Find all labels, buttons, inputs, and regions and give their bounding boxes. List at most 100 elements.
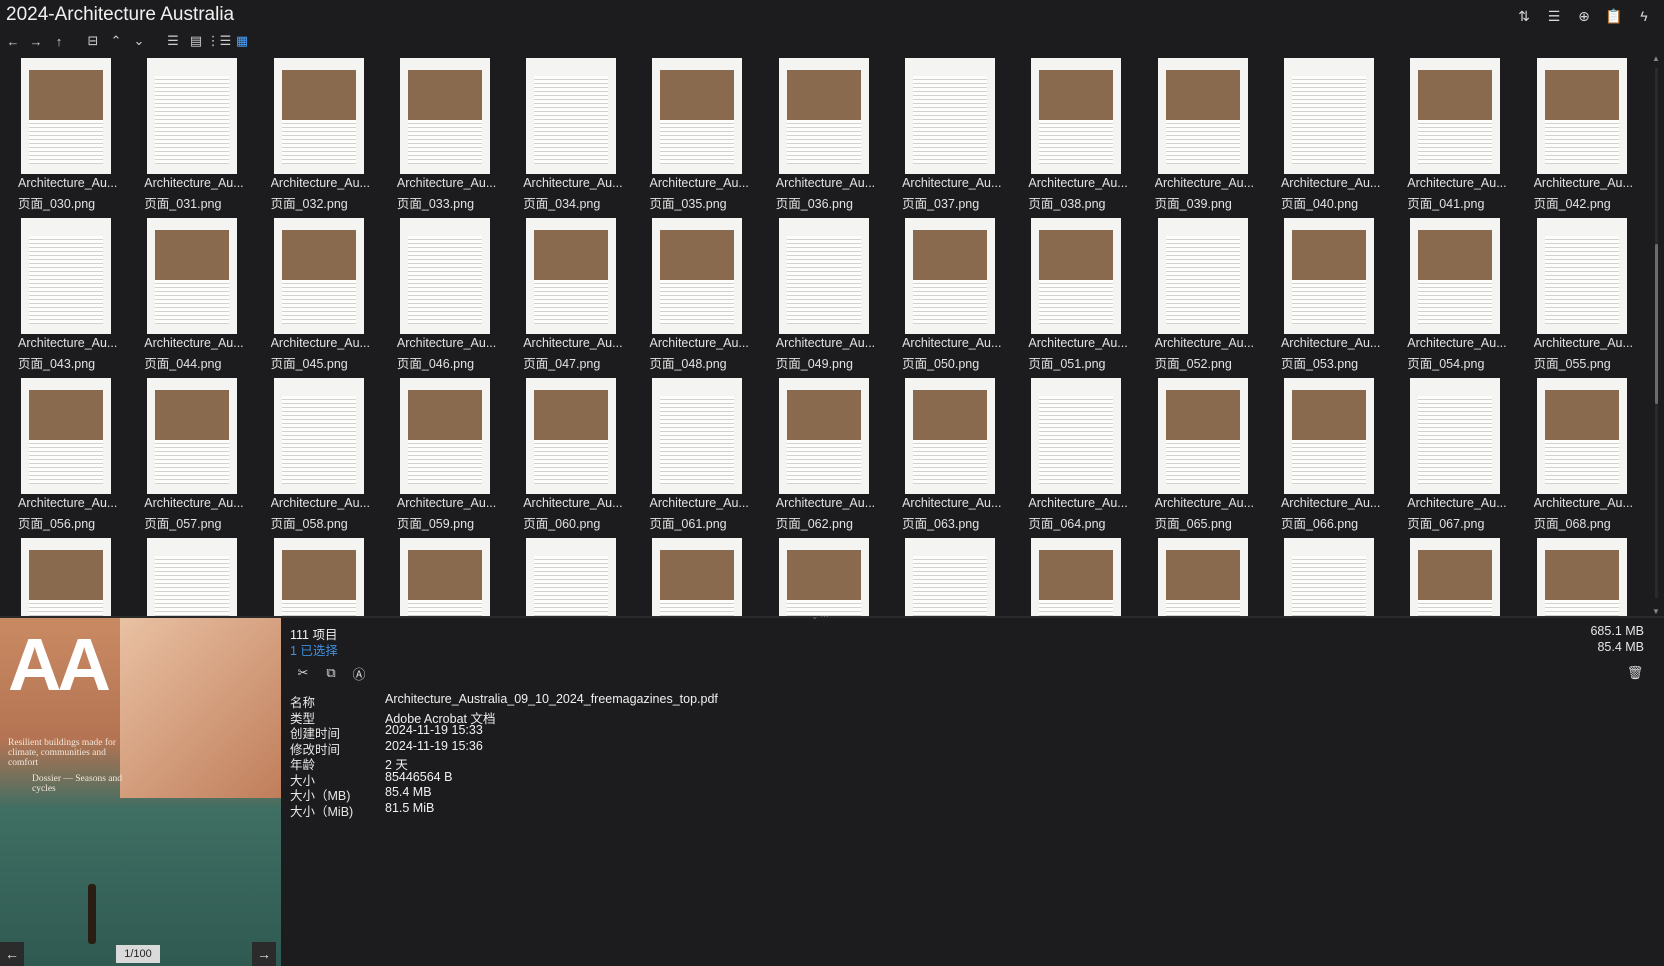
file-tile[interactable]: Architecture_Au... 页面_054.png: [1389, 214, 1515, 374]
page-thumbnail[interactable]: [1031, 538, 1122, 616]
file-tile[interactable]: [631, 534, 757, 616]
file-tile[interactable]: Architecture_Au... 页面_043.png: [0, 214, 126, 374]
page-thumbnail[interactable]: [1536, 538, 1627, 616]
file-tile[interactable]: Architecture_Au... 页面_037.png: [884, 54, 1010, 214]
page-thumbnail[interactable]: [778, 378, 869, 494]
sort-icon[interactable]: ⇅: [1514, 6, 1534, 26]
file-tile[interactable]: Architecture_Au... 页面_050.png: [884, 214, 1010, 374]
forward-icon[interactable]: →: [27, 32, 45, 50]
file-tile[interactable]: Architecture_Au... 页面_053.png: [1263, 214, 1389, 374]
file-tile[interactable]: Architecture_Au... 页面_049.png: [758, 214, 884, 374]
page-thumbnail[interactable]: [905, 218, 996, 334]
page-thumbnail[interactable]: [1031, 58, 1122, 174]
page-thumbnail[interactable]: [399, 378, 490, 494]
file-tile[interactable]: Architecture_Au... 页面_033.png: [379, 54, 505, 214]
file-tile[interactable]: [1516, 534, 1642, 616]
prev-page-button[interactable]: ←: [0, 942, 24, 966]
page-thumbnail[interactable]: [1536, 218, 1627, 334]
delete-icon[interactable]: 🗑: [1626, 664, 1644, 682]
page-thumbnail[interactable]: [1410, 538, 1501, 616]
page-thumbnail[interactable]: [1157, 378, 1248, 494]
page-thumbnail[interactable]: [1283, 58, 1374, 174]
file-tile[interactable]: [884, 534, 1010, 616]
page-thumbnail[interactable]: [778, 58, 869, 174]
page-thumbnail[interactable]: [21, 218, 111, 334]
up-icon[interactable]: ↑: [50, 32, 68, 50]
file-tile[interactable]: Architecture_Au... 页面_032.png: [253, 54, 379, 214]
file-tile[interactable]: Architecture_Au... 页面_034.png: [505, 54, 631, 214]
page-thumbnail[interactable]: [1536, 58, 1627, 174]
file-tile[interactable]: Architecture_Au... 页面_045.png: [253, 214, 379, 374]
page-thumbnail[interactable]: [652, 58, 743, 174]
page-thumbnail[interactable]: [21, 538, 111, 616]
list-view-icon[interactable]: ☰: [1544, 6, 1564, 26]
page-thumbnail[interactable]: [273, 58, 364, 174]
collapse-icon[interactable]: ⌃: [107, 32, 125, 50]
file-tile[interactable]: Architecture_Au... 页面_055.png: [1516, 214, 1642, 374]
copy-icon[interactable]: ⧉: [322, 664, 340, 682]
cut-icon[interactable]: ✂: [294, 664, 312, 682]
page-thumbnail[interactable]: [21, 58, 111, 174]
scroll-down-icon[interactable]: ▼: [1652, 607, 1660, 616]
page-thumbnail[interactable]: [526, 218, 617, 334]
file-tile[interactable]: Architecture_Au... 页面_035.png: [631, 54, 757, 214]
page-thumbnail[interactable]: [1031, 378, 1122, 494]
page-thumbnail[interactable]: [905, 58, 996, 174]
file-tile[interactable]: Architecture_Au... 页面_058.png: [253, 374, 379, 534]
page-thumbnail[interactable]: [652, 218, 743, 334]
page-thumbnail[interactable]: [147, 218, 238, 334]
file-tile[interactable]: [1010, 534, 1136, 616]
resize-grip-icon[interactable]: ⌄ ⋯: [800, 612, 840, 621]
page-thumbnail[interactable]: [1283, 218, 1374, 334]
page-thumbnail[interactable]: [652, 378, 743, 494]
file-tile[interactable]: [379, 534, 505, 616]
scroll-thumb[interactable]: [1655, 244, 1658, 404]
vertical-scrollbar[interactable]: ▲ ▼: [1652, 54, 1662, 616]
page-thumbnail[interactable]: [147, 378, 238, 494]
scroll-up-icon[interactable]: ▲: [1652, 54, 1660, 63]
file-tile[interactable]: [1137, 534, 1263, 616]
next-page-button[interactable]: →: [252, 942, 276, 966]
file-tile[interactable]: Architecture_Au... 页面_061.png: [631, 374, 757, 534]
file-tile[interactable]: [253, 534, 379, 616]
file-tile[interactable]: Architecture_Au... 页面_066.png: [1263, 374, 1389, 534]
page-thumbnail[interactable]: [1283, 538, 1374, 616]
file-tile[interactable]: [126, 534, 252, 616]
page-thumbnail[interactable]: [147, 58, 238, 174]
page-thumbnail[interactable]: [1157, 58, 1248, 174]
file-tile[interactable]: Architecture_Au... 页面_048.png: [631, 214, 757, 374]
file-tile[interactable]: Architecture_Au... 页面_060.png: [505, 374, 631, 534]
file-tile[interactable]: Architecture_Au... 页面_056.png: [0, 374, 126, 534]
file-tile[interactable]: Architecture_Au... 页面_057.png: [126, 374, 252, 534]
page-thumbnail[interactable]: [905, 538, 996, 616]
clipboard-icon[interactable]: 📋: [1604, 6, 1624, 26]
tiles-view-icon[interactable]: ▤: [187, 32, 205, 50]
page-thumbnail[interactable]: [1031, 218, 1122, 334]
file-tile[interactable]: Architecture_Au... 页面_065.png: [1137, 374, 1263, 534]
add-icon[interactable]: ⊕: [1574, 6, 1594, 26]
file-tile[interactable]: Architecture_Au... 页面_064.png: [1010, 374, 1136, 534]
back-icon[interactable]: ←: [4, 32, 22, 50]
file-tile[interactable]: Architecture_Au... 页面_068.png: [1516, 374, 1642, 534]
page-thumbnail[interactable]: [1410, 218, 1501, 334]
page-thumbnail[interactable]: [273, 218, 364, 334]
folder-icon[interactable]: ⊟: [84, 32, 102, 50]
file-tile[interactable]: [1263, 534, 1389, 616]
page-thumbnail[interactable]: [273, 538, 364, 616]
page-thumbnail[interactable]: [147, 538, 238, 616]
file-tile[interactable]: Architecture_Au... 页面_030.png: [0, 54, 126, 214]
page-thumbnail[interactable]: [399, 218, 490, 334]
page-thumbnail[interactable]: [399, 58, 490, 174]
file-tile[interactable]: [758, 534, 884, 616]
page-thumbnail[interactable]: [1410, 378, 1501, 494]
page-thumbnail[interactable]: [526, 378, 617, 494]
file-tile[interactable]: Architecture_Au... 页面_031.png: [126, 54, 252, 214]
page-thumbnail[interactable]: [273, 378, 364, 494]
file-tile[interactable]: [505, 534, 631, 616]
page-thumbnail[interactable]: [1410, 58, 1501, 174]
page-thumbnail[interactable]: [1536, 378, 1627, 494]
page-thumbnail[interactable]: [652, 538, 743, 616]
expand-icon[interactable]: ⌄: [130, 32, 148, 50]
file-tile[interactable]: Architecture_Au... 页面_044.png: [126, 214, 252, 374]
page-thumbnail[interactable]: [905, 378, 996, 494]
